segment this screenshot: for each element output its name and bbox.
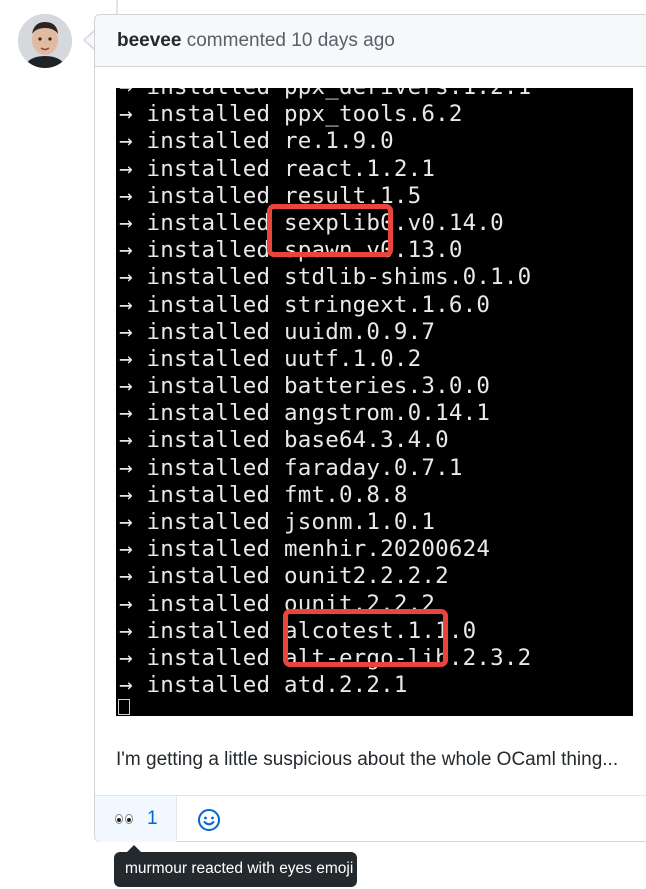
eyes-reaction-count: 1 (147, 808, 158, 829)
terminal-output: → installed ppx_derivers.1.2.1→ installe… (119, 88, 531, 699)
smiley-icon[interactable] (197, 808, 221, 832)
terminal-cursor (118, 699, 130, 715)
terminal-line: → installed ppx_derivers.1.2.1 (119, 88, 531, 101)
avatar-image-icon (18, 14, 72, 68)
tooltip-arrow (127, 845, 141, 852)
author-link[interactable]: beevee (117, 30, 181, 51)
reactions-bar: 1 (95, 795, 646, 842)
terminal-line: → installed uutf.1.0.2 (119, 345, 422, 372)
terminal-line: → installed fmt.0.8.8 (119, 481, 408, 508)
timeline-line (116, 0, 118, 14)
comment-action: commented (186, 30, 287, 51)
terminal-line: → installed angstrom.0.14.1 (119, 400, 491, 427)
terminal-line: → installed ounit2.2.2.2 (119, 563, 449, 590)
reaction-tooltip: murmour reacted with eyes emoji (114, 852, 357, 887)
comment-body: I'm getting a little suspicious about th… (116, 749, 619, 770)
comment-timestamp[interactable]: 10 days ago (291, 30, 395, 51)
terminal-line: → installed base64.3.4.0 (119, 427, 449, 454)
terminal-line: → installed stringext.1.6.0 (119, 291, 491, 318)
terminal-line: → installed stdlib-shims.0.1.0 (119, 264, 532, 291)
terminal-screenshot[interactable]: → installed ppx_derivers.1.2.1→ installe… (116, 88, 633, 716)
terminal-line: → installed batteries.3.0.0 (119, 373, 491, 400)
terminal-line: → installed re.1.9.0 (119, 128, 394, 155)
terminal-line: → installed menhir.20200624 (119, 536, 491, 563)
comment-box: beevee commented 10 days ago → installed… (94, 14, 646, 842)
eyes-reaction-button[interactable]: 1 (95, 796, 177, 842)
comment-header: beevee commented 10 days ago (95, 15, 646, 67)
terminal-line: → installed faraday.0.7.1 (119, 454, 463, 481)
highlight-box-alcotest (283, 609, 448, 667)
highlight-box-sexplib0 (267, 204, 393, 257)
terminal-line: → installed uuidm.0.9.7 (119, 318, 436, 345)
terminal-line: → installed ppx_tools.6.2 (119, 101, 463, 128)
eyes-emoji-icon (115, 814, 133, 824)
terminal-line: → installed jsonm.1.0.1 (119, 509, 436, 535)
terminal-line: → installed react.1.2.1 (119, 155, 436, 182)
avatar[interactable] (18, 14, 72, 68)
terminal-line: → installed atd.2.2.1 (119, 672, 408, 699)
issue-comment-page: beevee commented 10 days ago → installed… (0, 0, 646, 889)
